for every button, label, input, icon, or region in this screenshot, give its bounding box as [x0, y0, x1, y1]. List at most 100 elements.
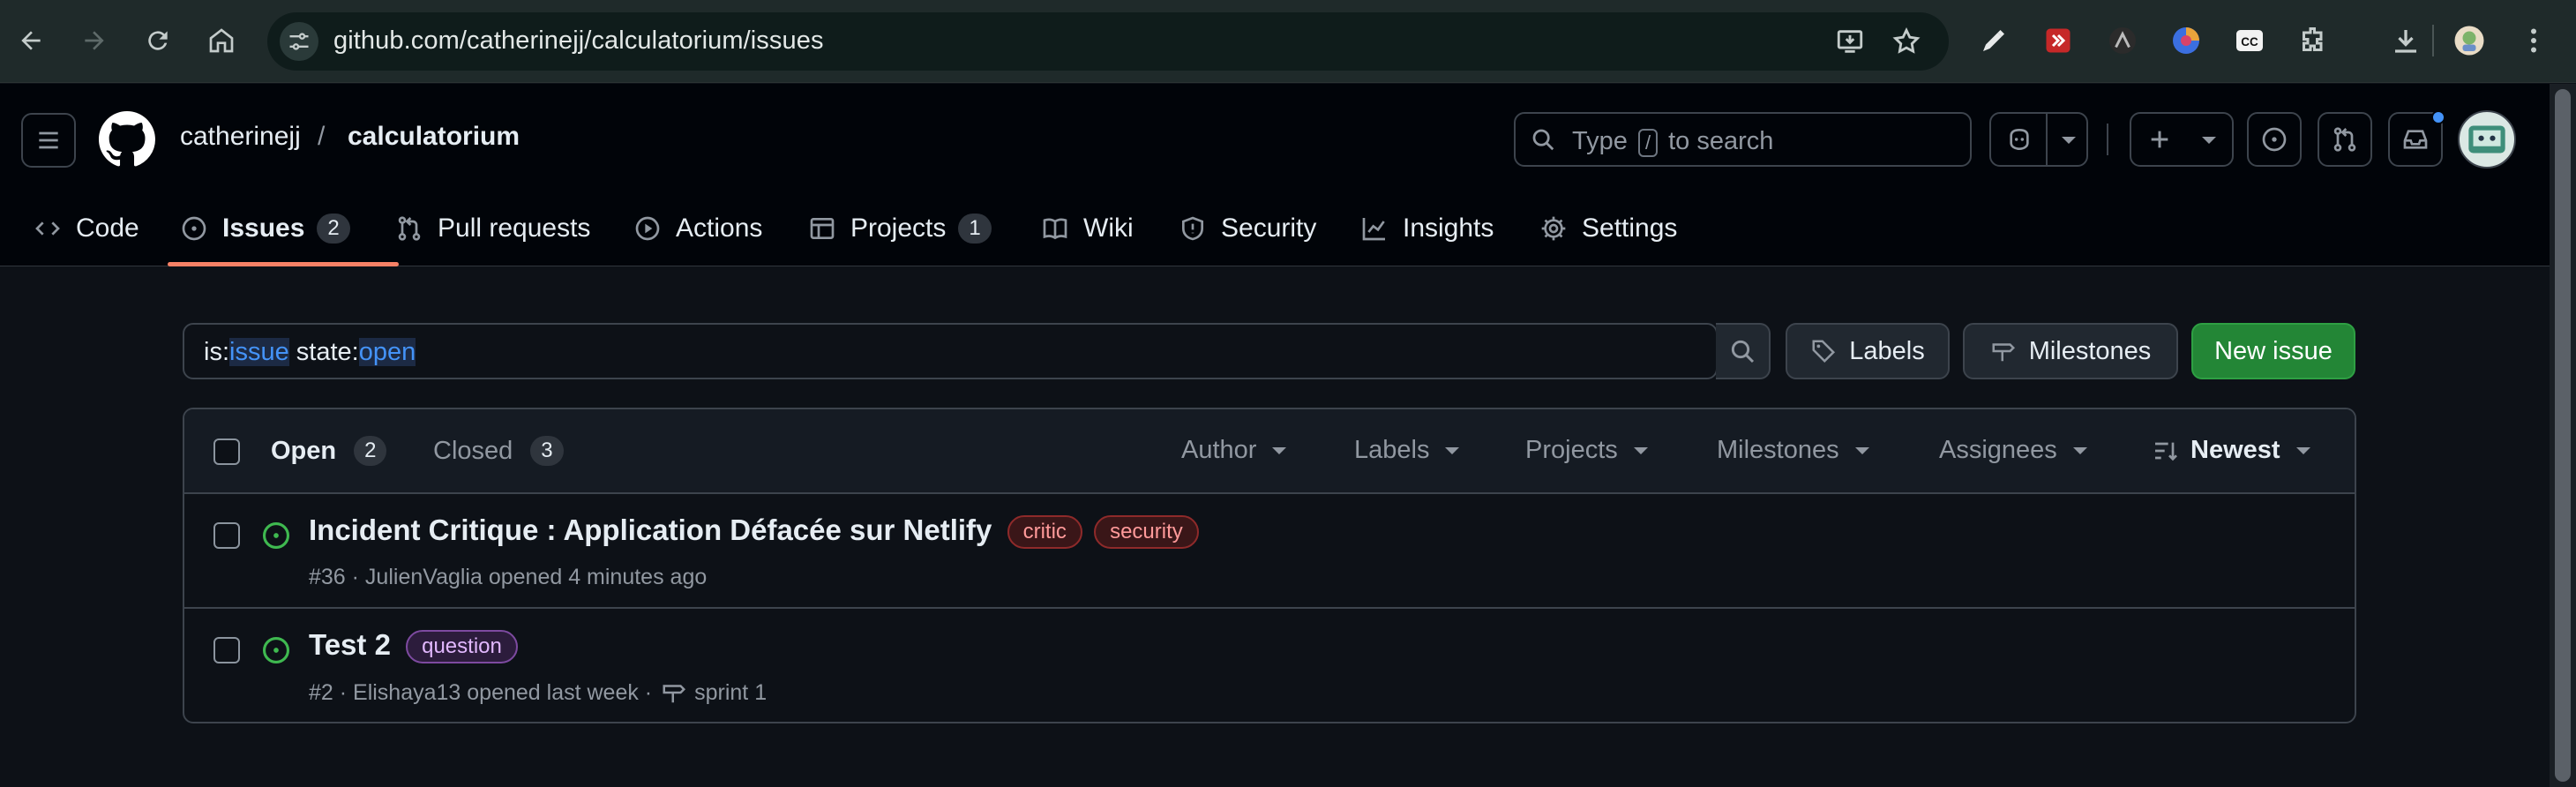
issue-title-wrap: Test 2 question [309, 628, 518, 664]
github-logo-icon[interactable] [99, 111, 155, 168]
issue-opened-icon [182, 216, 206, 240]
author-filter[interactable]: Author [1181, 436, 1287, 465]
arrow-left-icon [21, 31, 41, 50]
play-icon [635, 216, 660, 240]
filter-query: is:issue state:open [204, 338, 416, 366]
labels-filter[interactable]: Labels [1354, 436, 1460, 465]
table-icon [810, 217, 835, 239]
search-icon [1532, 129, 1554, 151]
reload-button[interactable] [138, 20, 178, 61]
global-search-input[interactable]: Type / to search [1514, 112, 1972, 167]
tab-label: Settings [1582, 213, 1678, 243]
filter-search-button[interactable] [1716, 323, 1771, 379]
issue-checkbox[interactable] [213, 522, 240, 549]
reload-icon [148, 31, 168, 50]
issue-milestone-link[interactable]: sprint 1 [694, 680, 767, 706]
arrow-right-icon [85, 31, 104, 50]
user-avatar[interactable] [2458, 110, 2516, 169]
search-icon [1731, 340, 1755, 364]
label-security[interactable]: security [1094, 515, 1199, 550]
repo-link[interactable]: calculatorium [348, 122, 520, 152]
issue-row[interactable]: Test 2 question #2 · Elishaya13 opened l… [184, 609, 2355, 722]
chevron-down-icon [1445, 446, 1460, 454]
tab-label: Issues [222, 213, 305, 243]
tab-security[interactable]: Security [1179, 190, 1316, 266]
hamburger-icon [39, 131, 58, 149]
tab-insights[interactable]: Insights [1360, 190, 1494, 266]
downloads-icon[interactable] [2388, 23, 2423, 58]
milestone-icon [1992, 343, 2015, 362]
label-question[interactable]: question [406, 630, 518, 664]
your-pull-requests-button[interactable] [2318, 112, 2372, 167]
extensions-puzzle-icon[interactable] [2295, 23, 2331, 58]
new-issue-button[interactable]: New issue [2191, 323, 2355, 379]
projects-filter[interactable]: Projects [1525, 436, 1648, 465]
tab-settings[interactable]: Settings [1539, 190, 1677, 266]
cc-extension-icon[interactable]: CC [2232, 23, 2267, 58]
eyedropper-extension-icon[interactable] [1976, 23, 2011, 58]
tab-actions[interactable]: Actions [633, 190, 762, 266]
page-scrollbar[interactable] [2550, 84, 2576, 787]
home-button[interactable] [201, 20, 242, 61]
tab-projects[interactable]: Projects 1 [808, 190, 992, 266]
select-all-checkbox[interactable] [213, 438, 240, 465]
copilot-caret-icon[interactable] [2062, 137, 2076, 144]
red-extension-icon[interactable] [2041, 23, 2076, 58]
back-button[interactable] [11, 20, 51, 61]
chevron-down-icon [1272, 446, 1287, 454]
open-issues-tab[interactable]: Open 2 [271, 436, 387, 466]
label-critic[interactable]: critic [1007, 515, 1082, 550]
issue-row[interactable]: Incident Critique : Application Défacée … [184, 494, 2355, 609]
slash-key-hint: / [1637, 129, 1659, 157]
address-bar[interactable]: github.com/catherinejj/calculatorium/iss… [267, 12, 1949, 71]
tab-label: Wiki [1083, 213, 1134, 243]
issues-counter: 2 [317, 213, 350, 244]
your-issues-button[interactable] [2247, 112, 2302, 167]
header-divider [2107, 124, 2108, 155]
tab-wiki[interactable]: Wiki [1041, 190, 1134, 266]
tab-issues[interactable]: Issues 2 [180, 190, 350, 266]
chevron-down-icon [2072, 446, 2087, 454]
chrome-menu-icon[interactable] [2516, 23, 2551, 58]
shield-icon [1182, 216, 1203, 240]
chevron-down-icon [1854, 446, 1869, 454]
search-placeholder: Type / to search [1572, 127, 1774, 157]
open-label: Open [271, 436, 337, 465]
milestones-button[interactable]: Milestones [1963, 323, 2178, 379]
bookmark-star-icon[interactable] [1891, 26, 1922, 57]
unread-indicator [2431, 110, 2445, 124]
issues-list-header: Open 2 Closed 3 Author Labels Projects M… [184, 409, 2355, 494]
url-text[interactable]: github.com/catherinejj/calculatorium/iss… [333, 26, 824, 56]
book-icon [1043, 217, 1067, 239]
colorful-extension-icon[interactable] [2168, 23, 2204, 58]
issue-filter-input[interactable]: is:issue state:open [183, 323, 1718, 379]
sort-dropdown[interactable]: Newest [2152, 436, 2310, 465]
tab-code[interactable]: Code [34, 190, 139, 266]
home-icon [209, 28, 234, 53]
issue-title-link[interactable]: Test 2 [309, 628, 391, 661]
copilot-button[interactable] [1989, 112, 2088, 167]
owner-link[interactable]: catherinejj [180, 122, 301, 152]
forward-button[interactable] [74, 20, 115, 61]
issue-checkbox[interactable] [213, 637, 240, 663]
tab-pull-requests[interactable]: Pull requests [395, 190, 590, 266]
global-menu-button[interactable] [21, 113, 76, 168]
active-tab-indicator [168, 262, 399, 266]
issue-title-link[interactable]: Incident Critique : Application Défacée … [309, 513, 992, 546]
labels-button[interactable]: Labels [1786, 323, 1950, 379]
dark-extension-icon[interactable] [2105, 23, 2140, 58]
issue-meta-text: #36 · JulienVaglia opened 4 minutes ago [309, 565, 708, 589]
create-new-button[interactable] [2130, 112, 2234, 167]
site-info-button[interactable] [280, 22, 318, 61]
scrollbar-thumb[interactable] [2555, 89, 2571, 782]
closed-issues-tab[interactable]: Closed 3 [433, 436, 564, 466]
issue-opened-icon [262, 636, 290, 664]
browser-toolbar: github.com/catherinejj/calculatorium/iss… [0, 0, 2576, 83]
create-caret-icon [2202, 137, 2216, 144]
milestones-filter[interactable]: Milestones [1717, 436, 1869, 465]
assignees-filter[interactable]: Assignees [1939, 436, 2087, 465]
toolbar-separator [2432, 25, 2434, 56]
install-app-icon[interactable] [1834, 26, 1866, 57]
avatar-icon [2468, 125, 2505, 154]
profile-avatar-icon[interactable] [2452, 23, 2487, 58]
